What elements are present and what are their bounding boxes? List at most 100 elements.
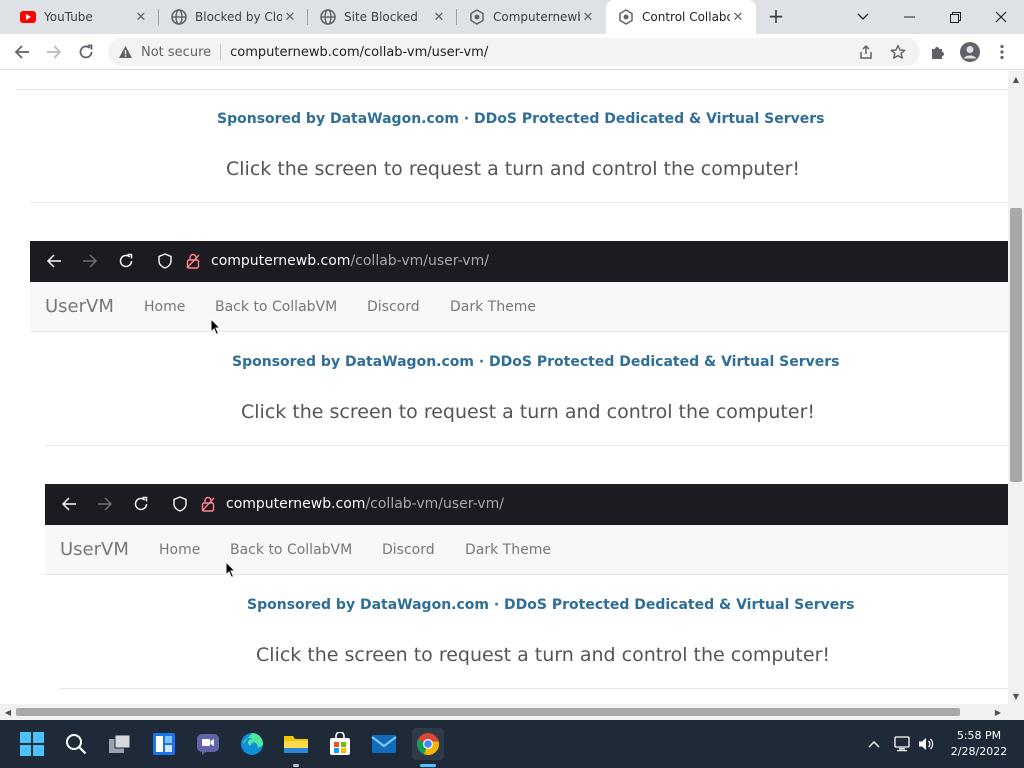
reload-icon — [79, 44, 93, 59]
tab-control-collabvm[interactable]: Control Collabo ✕ — [606, 0, 756, 34]
vm-url-host: computernewb.com — [226, 496, 366, 512]
tab-strip: YouTube ✕ Blocked by Clou ✕ Site Blocked… — [0, 0, 1024, 34]
tab-computernewb[interactable]: Computernewb ✕ — [457, 0, 606, 34]
vm-browser-toolbar[interactable]: computernewb.com/collab-vm/user-vm/ — [45, 484, 1008, 525]
extensions-button[interactable] — [926, 40, 950, 64]
active-app-indicator — [420, 764, 436, 767]
tab-close-icon[interactable]: ✕ — [730, 9, 746, 25]
system-clock[interactable]: 5:58 PM 2/28/2022 — [944, 728, 1014, 760]
browser-menu-button[interactable] — [990, 40, 1014, 64]
security-status[interactable]: Not secure — [141, 45, 211, 60]
search-button[interactable] — [60, 728, 92, 760]
vm-back-icon[interactable] — [44, 251, 64, 271]
task-view-button[interactable] — [104, 728, 136, 760]
page-viewport[interactable]: Sponsored by DataWagon.com · DDoS Protec… — [0, 71, 1008, 704]
tab-close-icon[interactable]: ✕ — [282, 9, 298, 25]
url-text[interactable]: computernewb.com/collab-vm/user-vm/ — [230, 45, 488, 60]
chrome-icon — [416, 733, 440, 756]
show-hidden-icons-button[interactable] — [864, 734, 884, 754]
nav-link-dark-theme[interactable]: Dark Theme — [465, 542, 551, 558]
tab-title: Computernewb — [493, 10, 580, 24]
warning-icon[interactable] — [118, 45, 133, 59]
navbar-brand[interactable]: UserVM — [60, 539, 129, 560]
teams-chat-button[interactable] — [192, 728, 224, 760]
mail-button[interactable] — [368, 728, 400, 760]
turn-request-text: Click the screen to request a turn and c… — [256, 644, 830, 666]
tab-youtube[interactable]: YouTube ✕ — [0, 0, 159, 34]
search-icon — [66, 734, 87, 755]
vm-url-text[interactable]: computernewb.com/collab-vm/user-vm/ — [211, 253, 489, 269]
navbar-brand[interactable]: UserVM — [45, 296, 114, 317]
sponsor-link[interactable]: Sponsored by DataWagon.com · DDoS Protec… — [247, 597, 854, 613]
chevron-up-icon — [868, 741, 880, 748]
tab-search-button[interactable] — [840, 0, 886, 34]
nav-link-back-to-collabvm[interactable]: Back to CollabVM — [230, 542, 352, 558]
vm-browser-toolbar[interactable]: computernewb.com/collab-vm/user-vm/ — [30, 241, 1008, 282]
nav-link-home[interactable]: Home — [144, 299, 185, 315]
volume-button[interactable] — [916, 734, 936, 754]
bookmark-star-icon[interactable] — [890, 44, 906, 63]
vm-back-icon[interactable] — [59, 494, 79, 514]
minimize-button[interactable] — [886, 0, 932, 34]
share-icon[interactable] — [858, 44, 874, 63]
running-app-indicator — [293, 764, 299, 767]
store-icon — [330, 732, 350, 755]
tab-site-blocked[interactable]: Site Blocked ✕ — [308, 0, 457, 34]
vm-forward-icon[interactable] — [80, 251, 100, 271]
vertical-scrollbar[interactable]: ▲ ▼ — [1008, 71, 1024, 704]
nav-link-dark-theme[interactable]: Dark Theme — [450, 299, 536, 315]
chrome-button[interactable] — [412, 728, 444, 760]
edge-button[interactable] — [236, 728, 268, 760]
avatar-icon — [960, 42, 980, 62]
file-explorer-button[interactable] — [280, 728, 312, 760]
tab-close-icon[interactable]: ✕ — [431, 9, 447, 25]
reload-button[interactable] — [74, 40, 98, 64]
clock-date: 2/28/2022 — [950, 745, 1008, 758]
widgets-button[interactable] — [148, 728, 180, 760]
nav-link-home[interactable]: Home — [159, 542, 200, 558]
horizontal-scroll-thumb[interactable] — [16, 708, 960, 716]
restore-button[interactable] — [932, 0, 978, 34]
minimize-icon — [903, 16, 915, 18]
tab-close-icon[interactable]: ✕ — [133, 9, 149, 25]
arrow-left-icon — [14, 45, 29, 59]
new-tab-button[interactable]: + — [766, 6, 786, 27]
sponsor-link[interactable]: Sponsored by DataWagon.com · DDoS Protec… — [217, 111, 824, 127]
address-bar[interactable]: Not secure computernewb.com/collab-vm/us… — [108, 38, 920, 66]
tab-blocked-by-cloudflare[interactable]: Blocked by Clou ✕ — [159, 0, 308, 34]
profile-button[interactable] — [958, 40, 982, 64]
nav-link-back-to-collabvm[interactable]: Back to CollabVM — [215, 299, 337, 315]
vm-forward-icon[interactable] — [95, 494, 115, 514]
vm-shield-icon[interactable] — [155, 251, 175, 271]
omnibox-divider — [220, 44, 222, 60]
vm-navbar: UserVM Home Back to CollabVM Discord Dar… — [45, 525, 1008, 575]
vm-reload-icon[interactable] — [116, 251, 136, 271]
start-button[interactable] — [16, 728, 48, 760]
horizontal-scrollbar[interactable]: ◀ ▶ — [0, 704, 1024, 720]
vertical-scroll-thumb[interactable] — [1010, 208, 1022, 482]
scroll-up-icon[interactable]: ▲ — [1008, 71, 1024, 87]
section-divider — [45, 445, 1008, 446]
sponsor-link[interactable]: Sponsored by DataWagon.com · DDoS Protec… — [232, 354, 839, 370]
section-divider — [30, 202, 1008, 203]
vm-insecure-lock-icon[interactable] — [198, 494, 218, 514]
scroll-down-icon[interactable]: ▼ — [1008, 688, 1024, 704]
store-button[interactable] — [324, 728, 356, 760]
vm-reload-icon[interactable] — [131, 494, 151, 514]
turn-request-text: Click the screen to request a turn and c… — [241, 401, 815, 423]
vm-insecure-lock-icon[interactable] — [183, 251, 203, 271]
nav-link-discord[interactable]: Discord — [382, 542, 435, 558]
back-button[interactable] — [10, 40, 34, 64]
close-window-button[interactable] — [978, 0, 1024, 34]
vm-url-text[interactable]: computernewb.com/collab-vm/user-vm/ — [226, 496, 504, 512]
speaker-icon — [919, 738, 934, 750]
forward-button[interactable] — [42, 40, 66, 64]
scroll-left-icon[interactable]: ◀ — [0, 704, 16, 720]
network-button[interactable] — [892, 734, 912, 754]
globe-icon — [320, 9, 336, 25]
close-icon — [995, 11, 1007, 23]
scroll-right-icon[interactable]: ▶ — [990, 704, 1006, 720]
tab-close-icon[interactable]: ✕ — [580, 9, 596, 25]
nav-link-discord[interactable]: Discord — [367, 299, 420, 315]
vm-shield-icon[interactable] — [170, 494, 190, 514]
